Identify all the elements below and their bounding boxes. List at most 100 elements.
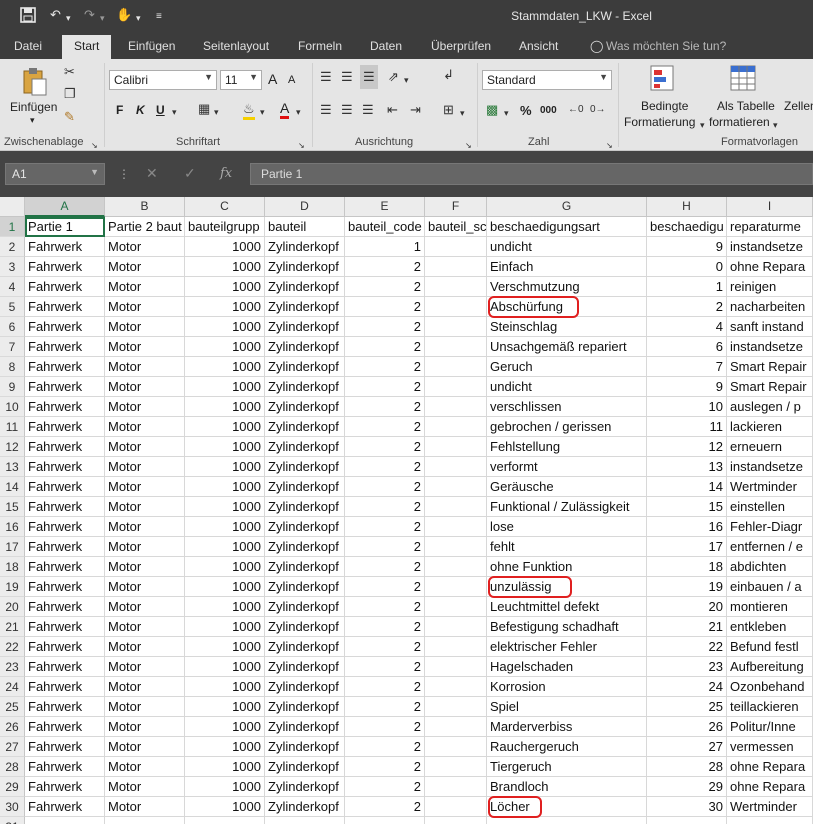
table-cell[interactable] <box>425 737 487 757</box>
table-cell[interactable]: 1000 <box>185 737 265 757</box>
table-cell[interactable]: Motor <box>105 697 185 717</box>
border-dropdown-icon[interactable]: ▾ <box>214 104 219 120</box>
table-cell[interactable] <box>425 797 487 817</box>
table-cell[interactable]: 1000 <box>185 557 265 577</box>
row-header[interactable]: 2 <box>0 237 25 257</box>
row-header[interactable]: 11 <box>0 417 25 437</box>
table-cell[interactable]: Fahrwerk <box>25 537 105 557</box>
table-cell[interactable]: Motor <box>105 237 185 257</box>
table-cell[interactable] <box>425 317 487 337</box>
table-cell[interactable]: Tiergeruch <box>487 757 647 777</box>
fill-dropdown-icon[interactable]: ▾ <box>260 104 265 120</box>
table-cell[interactable] <box>425 697 487 717</box>
table-cell[interactable]: 1000 <box>185 377 265 397</box>
table-cell[interactable]: fehlt <box>487 537 647 557</box>
table-cell[interactable]: Wertminder <box>727 477 813 497</box>
table-cell[interactable]: 2 <box>345 377 425 397</box>
table-cell[interactable]: Wertminder <box>727 797 813 817</box>
table-cell[interactable]: 27 <box>647 737 727 757</box>
tab-einfuegen[interactable]: Einfügen <box>128 39 175 53</box>
table-cell[interactable]: Einfach <box>487 257 647 277</box>
table-cell[interactable]: abdichten <box>727 557 813 577</box>
table-cell[interactable]: Marderverbiss <box>487 717 647 737</box>
tab-daten[interactable]: Daten <box>370 39 402 53</box>
table-cell[interactable]: Zylinderkopf <box>265 477 345 497</box>
table-cell[interactable]: 9 <box>647 377 727 397</box>
column-header-f[interactable]: F <box>425 197 487 217</box>
table-cell[interactable]: Motor <box>105 337 185 357</box>
table-cell[interactable] <box>425 477 487 497</box>
table-cell[interactable]: erneuern <box>727 437 813 457</box>
table-cell[interactable]: Fahrwerk <box>25 797 105 817</box>
table-cell[interactable]: Zylinderkopf <box>265 637 345 657</box>
table-cell[interactable]: Zylinderkopf <box>265 437 345 457</box>
column-header-c[interactable]: C <box>185 197 265 217</box>
table-cell[interactable]: Fahrwerk <box>25 617 105 637</box>
table-cell[interactable]: Fahrwerk <box>25 737 105 757</box>
row-header[interactable]: 25 <box>0 697 25 717</box>
table-cell[interactable]: 2 <box>345 337 425 357</box>
table-cell[interactable] <box>487 817 647 824</box>
table-cell[interactable]: 15 <box>647 497 727 517</box>
row-header[interactable]: 17 <box>0 537 25 557</box>
table-cell[interactable]: 2 <box>345 477 425 497</box>
header-cell[interactable]: beschaedigungsart <box>487 217 647 237</box>
header-cell[interactable]: bauteil <box>265 217 345 237</box>
table-cell[interactable]: 2 <box>345 437 425 457</box>
table-cell[interactable]: Smart Repair <box>727 377 813 397</box>
column-header-h[interactable]: H <box>647 197 727 217</box>
paste-button[interactable]: Einfügen <box>10 100 57 114</box>
formula-input[interactable]: Partie 1 <box>250 163 813 185</box>
row-header[interactable]: 15 <box>0 497 25 517</box>
table-cell[interactable]: 2 <box>345 697 425 717</box>
table-cell[interactable] <box>345 817 425 824</box>
table-cell[interactable]: ohne Repara <box>727 757 813 777</box>
table-cell[interactable]: 1000 <box>185 237 265 257</box>
table-cell[interactable] <box>425 337 487 357</box>
table-cell[interactable]: Motor <box>105 497 185 517</box>
table-cell[interactable]: Zylinderkopf <box>265 457 345 477</box>
table-cell[interactable]: Spiel <box>487 697 647 717</box>
row-header[interactable]: 21 <box>0 617 25 637</box>
table-cell[interactable]: 23 <box>647 657 727 677</box>
table-cell[interactable]: 2 <box>345 277 425 297</box>
column-header-e[interactable]: E <box>345 197 425 217</box>
table-cell[interactable] <box>425 277 487 297</box>
table-cell[interactable]: ohne Funktion <box>487 557 647 577</box>
table-cell[interactable]: Zylinderkopf <box>265 417 345 437</box>
table-cell[interactable]: teillackieren <box>727 697 813 717</box>
table-cell[interactable]: Zylinderkopf <box>265 537 345 557</box>
table-cell[interactable]: Smart Repair <box>727 357 813 377</box>
name-box[interactable]: A1 ▼ <box>5 163 105 185</box>
table-cell[interactable]: 2 <box>647 297 727 317</box>
row-header[interactable]: 9 <box>0 377 25 397</box>
table-cell[interactable]: 2 <box>345 297 425 317</box>
table-cell[interactable]: 26 <box>647 717 727 737</box>
tab-ansicht[interactable]: Ansicht <box>519 39 558 53</box>
tab-formeln[interactable]: Formeln <box>298 39 342 53</box>
wrap-text-icon[interactable]: ↲ <box>443 67 454 83</box>
table-cell[interactable]: 30 <box>647 797 727 817</box>
header-cell[interactable]: bauteilgrupp <box>185 217 265 237</box>
cancel-icon[interactable]: ✕ <box>146 165 158 182</box>
underline-dropdown-icon[interactable]: ▾ <box>172 104 177 120</box>
table-cell[interactable]: 17 <box>647 537 727 557</box>
table-cell[interactable]: Motor <box>105 537 185 557</box>
row-header[interactable]: 24 <box>0 677 25 697</box>
table-cell[interactable] <box>425 557 487 577</box>
table-cell[interactable]: Motor <box>105 297 185 317</box>
table-cell[interactable]: Politur/Inne <box>727 717 813 737</box>
row-header[interactable]: 6 <box>0 317 25 337</box>
table-cell[interactable]: Brandloch <box>487 777 647 797</box>
table-cell[interactable]: 14 <box>647 477 727 497</box>
column-header-b[interactable]: B <box>105 197 185 217</box>
table-cell[interactable]: 13 <box>647 457 727 477</box>
table-cell[interactable]: 25 <box>647 697 727 717</box>
table-cell[interactable] <box>425 457 487 477</box>
font-name-select[interactable]: Calibri ▼ <box>109 70 217 90</box>
paste-dropdown-icon[interactable]: ▾ <box>30 115 35 126</box>
table-cell[interactable]: ohne Repara <box>727 257 813 277</box>
table-cell[interactable]: 1000 <box>185 577 265 597</box>
table-cell[interactable]: 2 <box>345 677 425 697</box>
row-header[interactable]: 4 <box>0 277 25 297</box>
